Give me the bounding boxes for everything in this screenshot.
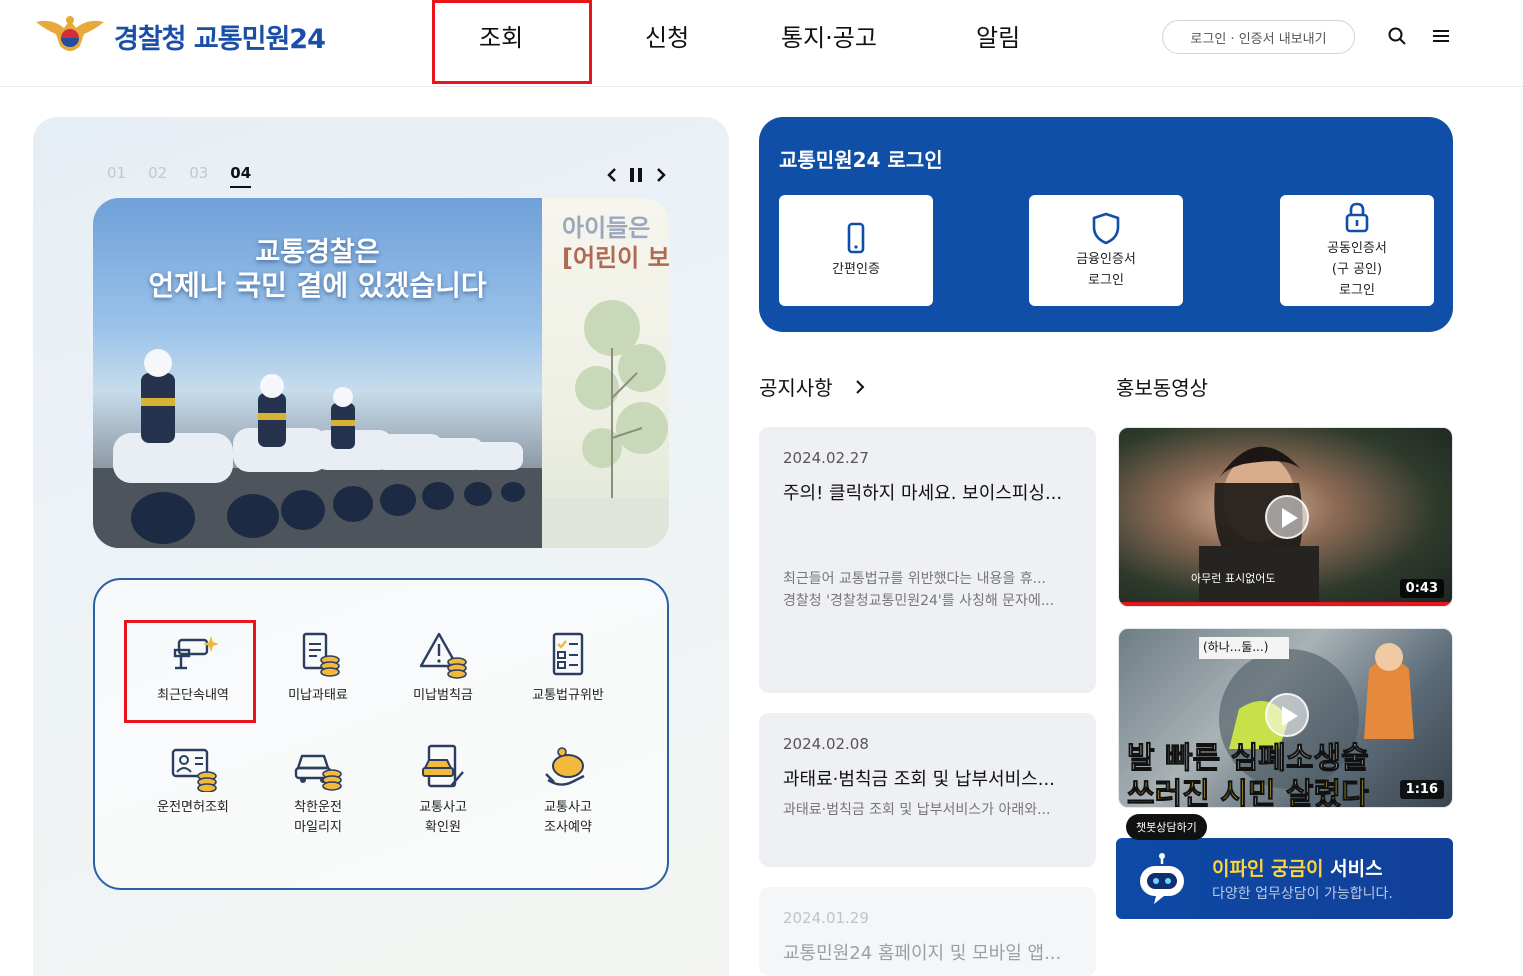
- nav-application[interactable]: 신청: [645, 18, 689, 53]
- notice-title: 과태료·범칙금 조회 및 납부서비스...: [783, 769, 1055, 790]
- play-button-icon[interactable]: [1265, 693, 1309, 737]
- quick-menu-good-driving-mileage[interactable]: 착한운전 마일리지: [255, 742, 381, 838]
- notice-date: 2024.01.29: [783, 909, 869, 927]
- chatbot-title-highlight: 이파인 궁금이: [1212, 858, 1324, 880]
- notice-body: 최근들어 교통법규를 위반했다는 내용을 휴...: [783, 571, 1046, 587]
- side-headline-2: [어린이 보: [562, 244, 669, 272]
- quick-menu-accident-certificate[interactable]: 교통사고 확인원: [380, 742, 506, 838]
- notices-title[interactable]: 공지사항: [759, 372, 833, 401]
- quick-menu-label: 착한운전 마일리지: [294, 800, 342, 835]
- chatbot-card[interactable]: 이파인 궁금이 서비스 다양한 업무상담이 가능합니다.: [1116, 838, 1453, 919]
- search-icon[interactable]: [1387, 26, 1407, 46]
- quick-menu-label: 미납범칙금: [413, 688, 473, 703]
- simple-auth-login-button[interactable]: 간편인증: [779, 195, 933, 306]
- logo-text: 경찰청 교통민원24: [114, 23, 326, 55]
- login-button-label: 간편인증: [832, 262, 880, 277]
- quick-menu-label: 교통사고 조사예약: [544, 800, 592, 835]
- login-button-label: 금융인증서 로그인: [1076, 251, 1136, 288]
- hamburger-menu-icon[interactable]: [1431, 26, 1451, 46]
- site-header: 경찰청 교통민원24 조회 신청 통지·공고 알림 로그인 · 인증서 내보내기: [0, 0, 1523, 87]
- prev-slide-icon[interactable]: [602, 164, 622, 186]
- checklist-icon: [552, 632, 584, 676]
- notice-body: 과태료·범칙금 조회 및 납부서비스가 아래와...: [783, 802, 1051, 818]
- video-caption: 아무런 표시없어도: [1191, 572, 1276, 585]
- login-button-label: 공동인증서 (구 공인) 로그인: [1327, 241, 1387, 298]
- chatbot-title-rest: 서비스: [1323, 858, 1383, 880]
- lock-icon: [1345, 202, 1369, 233]
- chevron-right-icon[interactable]: [852, 378, 868, 396]
- notice-title: 주의! 클릭하지 마세요. 보이스피싱...: [783, 483, 1063, 504]
- chatbot-subtitle: 다양한 업무상담이 가능합니다.: [1212, 886, 1393, 902]
- slide-number-3[interactable]: 03: [189, 164, 208, 188]
- main-banner[interactable]: 교통경찰은 언제나 국민 곁에 있겠습니다 아이들은 [어린이 보: [93, 198, 669, 548]
- piggy-bank-icon: [545, 747, 585, 786]
- receipt-coins-icon: [302, 632, 340, 677]
- chatbot-badge[interactable]: 챗봇상담하기: [1126, 814, 1207, 840]
- nav-alerts[interactable]: 알림: [976, 18, 1020, 53]
- video-sign-text: (하나...둘...): [1203, 640, 1269, 654]
- recent-enforcement-highlight: [124, 620, 256, 723]
- slide-number-4[interactable]: 04: [230, 164, 252, 188]
- promo-video-2[interactable]: (하나...둘...) 발 빠른 심폐소생술 쓰러진 시민 살렸다 1:16: [1118, 628, 1453, 808]
- notice-body: 경찰청 '경찰청교통민원24'를 사칭해 문자에...: [783, 593, 1055, 609]
- videos-title: 홍보동영상: [1116, 376, 1208, 400]
- nav-inquiry-highlight: [432, 0, 592, 84]
- financial-cert-login-button[interactable]: 금융인증서 로그인: [1029, 195, 1183, 306]
- notice-date: 2024.02.08: [783, 735, 869, 753]
- banner-headline-2: 언제나 국민 곁에 있겠습니다: [148, 269, 487, 302]
- quick-menu-label: 미납과태료: [288, 688, 348, 703]
- notice-card[interactable]: 2024.02.08 과태료·범칙금 조회 및 납부서비스... 과태료·범칙금…: [759, 713, 1096, 867]
- notice-title: 교통민원24 홈페이지 및 모바일 앱...: [783, 943, 1062, 964]
- quick-menu-label: 교통법규위반: [532, 688, 604, 703]
- site-logo[interactable]: 경찰청 교통민원24: [34, 12, 326, 60]
- robot-icon: [1140, 853, 1184, 904]
- quick-menu-unpaid-penalty[interactable]: 미납범칙금: [380, 630, 506, 706]
- quick-menu-label: 운전면허조회: [157, 800, 229, 815]
- login-title: 교통민원24 로그인: [779, 148, 943, 172]
- video-duration: 1:16: [1399, 780, 1444, 799]
- warning-coins-icon: [419, 632, 467, 679]
- notice-card[interactable]: 2024.02.27 주의! 클릭하지 마세요. 보이스피싱... 최근들어 교…: [759, 427, 1096, 693]
- quick-menu-traffic-violation[interactable]: 교통법규위반: [505, 630, 631, 706]
- quick-menu-license-inquiry[interactable]: 운전면허조회: [130, 742, 256, 818]
- smartphone-icon: [847, 222, 865, 254]
- notice-date: 2024.02.27: [783, 449, 869, 467]
- login-certificate-export-button[interactable]: 로그인 · 인증서 내보내기: [1162, 20, 1355, 54]
- quick-menu-accident-investigation-booking[interactable]: 교통사고 조사예약: [505, 742, 631, 838]
- video-caption-bottom: 쓰러진 시민 살렸다: [1127, 777, 1370, 808]
- play-button-icon[interactable]: [1265, 495, 1309, 539]
- car-coins-icon: [294, 754, 342, 791]
- pause-icon[interactable]: [626, 164, 646, 186]
- quick-menu-unpaid-fine[interactable]: 미납과태료: [255, 630, 381, 706]
- license-coins-icon: [171, 748, 217, 792]
- video-duration: 0:43: [1399, 579, 1444, 598]
- next-slide-icon[interactable]: [651, 164, 671, 186]
- promo-video-1[interactable]: 아무런 표시없어도 0:43: [1118, 427, 1453, 607]
- joint-cert-login-button[interactable]: 공동인증서 (구 공인) 로그인: [1280, 195, 1434, 306]
- chatbot-title: 이파인 궁금이 서비스: [1212, 854, 1383, 881]
- shield-icon: [1092, 212, 1120, 244]
- slide-indicator: 01 02 03 04: [107, 164, 252, 188]
- police-emblem-icon: [36, 16, 104, 51]
- video-progress-bar: [1119, 602, 1452, 606]
- nav-notice-announcement[interactable]: 통지·공고: [781, 18, 877, 53]
- slide-number-2[interactable]: 02: [148, 164, 167, 188]
- quick-menu-label: 교통사고 확인원: [419, 800, 467, 835]
- car-document-icon: [422, 744, 464, 788]
- slide-number-1[interactable]: 01: [107, 164, 126, 188]
- notice-card[interactable]: 2024.01.29 교통민원24 홈페이지 및 모바일 앱...: [759, 887, 1096, 976]
